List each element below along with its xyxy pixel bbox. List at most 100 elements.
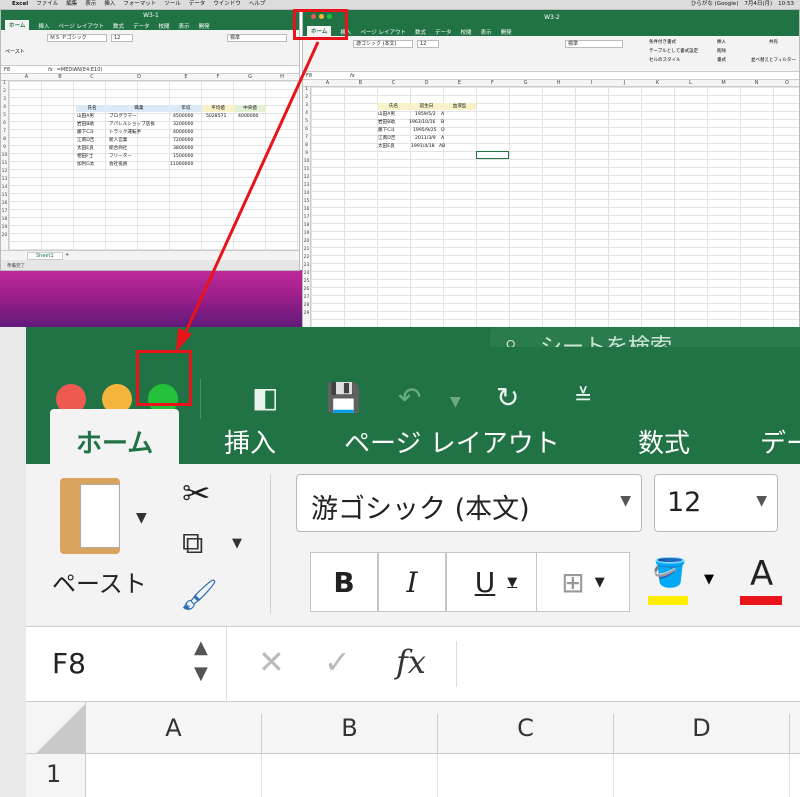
confirm-icon[interactable]: ✓	[324, 643, 351, 681]
row-header[interactable]: 7	[303, 135, 310, 140]
table-cell[interactable]: 山田A男	[378, 111, 395, 118]
column-header[interactable]: B	[262, 714, 438, 754]
row-header[interactable]: 18	[1, 217, 8, 222]
table-cell[interactable]: B	[441, 119, 444, 126]
column-header[interactable]: J	[608, 80, 641, 86]
sort-filter-button[interactable]: 並べ替えとフィルター	[751, 57, 796, 63]
menu-edit[interactable]: 編集	[66, 0, 77, 9]
table-cell[interactable]: トラック運転手	[109, 129, 141, 136]
borders-button[interactable]: ⊞ ▼	[536, 552, 630, 612]
delete-cells-button[interactable]: 削除	[717, 48, 726, 54]
row-header[interactable]: 9	[303, 151, 310, 156]
table-cell[interactable]: 加利G太	[77, 161, 94, 168]
row-header[interactable]: 1	[1, 81, 8, 86]
paste-dropdown-icon[interactable]: ▼	[136, 510, 147, 526]
column-header[interactable]: D	[614, 714, 790, 754]
row-header[interactable]: 3	[1, 97, 8, 102]
row-header[interactable]: 3	[303, 103, 310, 108]
table-cell[interactable]: 新人営業	[109, 137, 127, 144]
table-cell[interactable]: 会社役員	[109, 161, 127, 168]
average-value[interactable]: 5028571	[206, 113, 226, 120]
tab-formulas[interactable]: 数式	[113, 22, 124, 30]
tab-data[interactable]: データ	[435, 28, 452, 36]
table-cell[interactable]: 藤下C斗	[378, 127, 395, 134]
row-header[interactable]: 27	[303, 295, 310, 300]
column-header[interactable]: H	[542, 80, 575, 86]
table-cell[interactable]: 4500000	[173, 113, 193, 120]
header-median[interactable]: 中央値	[234, 105, 266, 112]
table-cell[interactable]: 3800000	[173, 145, 193, 152]
table-cell[interactable]: 相田F士	[77, 153, 93, 160]
font-color-button[interactable]: A	[738, 552, 798, 612]
menu-file[interactable]: ファイル	[36, 0, 58, 9]
menu-view[interactable]: 表示	[85, 0, 96, 9]
tab-data[interactable]: デー	[760, 423, 800, 460]
row-header[interactable]: 5	[1, 113, 8, 118]
cell-a1[interactable]	[86, 754, 262, 797]
row-header[interactable]: 22	[303, 255, 310, 260]
font-size-select[interactable]: 12	[111, 34, 133, 42]
row-header[interactable]: 2	[303, 95, 310, 100]
format-cells-button[interactable]: 書式	[717, 57, 726, 63]
table-cell[interactable]: 7200000	[173, 137, 193, 144]
row-header[interactable]: 9	[1, 145, 8, 150]
header-income[interactable]: 年収	[170, 105, 202, 112]
row-header[interactable]: 14	[1, 185, 8, 190]
number-format-select[interactable]: 標準	[565, 40, 623, 48]
column-header[interactable]: C	[438, 714, 614, 754]
column-header[interactable]: M	[707, 80, 740, 86]
table-cell[interactable]: 江南D吉	[77, 137, 94, 144]
font-name-select[interactable]: 游ゴシック (本文)	[353, 40, 413, 48]
row-header[interactable]: 19	[1, 225, 8, 230]
row-header[interactable]: 16	[1, 201, 8, 206]
fill-color-button[interactable]: 🪣 ▼	[646, 552, 726, 612]
row-header[interactable]: 11	[303, 167, 310, 172]
copy-icon[interactable]: ⧉	[182, 526, 203, 561]
table-cell[interactable]: AB	[439, 143, 445, 150]
paste-label[interactable]: ペースト	[5, 48, 25, 55]
formula-input[interactable]	[456, 641, 457, 687]
row-header[interactable]: 26	[303, 287, 310, 292]
font-size-select[interactable]: 12	[417, 40, 439, 48]
table-cell[interactable]: A	[441, 135, 444, 142]
row-header[interactable]: 18	[303, 223, 310, 228]
tab-page-layout[interactable]: ページ レイアウト	[360, 28, 406, 36]
table-cell[interactable]: 1995/9/25	[413, 127, 437, 134]
row-header[interactable]: 17	[303, 215, 310, 220]
tab-view[interactable]: 表示	[179, 22, 190, 30]
table-cell[interactable]: 岩田B助	[378, 119, 395, 126]
name-box[interactable]: F8	[52, 647, 86, 680]
tab-data[interactable]: データ	[133, 22, 150, 30]
insert-cells-button[interactable]: 挿入	[717, 39, 726, 45]
column-header[interactable]: F	[202, 74, 234, 80]
font-name-select[interactable]: 游ゴシック (本文) ▼	[296, 474, 642, 532]
format-painter-icon[interactable]: 🖌	[180, 578, 218, 613]
table-cell[interactable]: 総合商社	[109, 145, 127, 152]
header-blood-type[interactable]: 血液型	[443, 103, 476, 110]
table-cell[interactable]: 2011/3/9	[415, 135, 436, 142]
table-cell[interactable]: 江南D吉	[378, 135, 395, 142]
menu-data[interactable]: データ	[189, 0, 206, 9]
row-header[interactable]: 8	[303, 143, 310, 148]
column-header[interactable]: K	[641, 80, 674, 86]
table-cell[interactable]: O	[441, 127, 445, 134]
bold-button[interactable]: B	[310, 552, 378, 612]
column-header[interactable]: I	[575, 80, 608, 86]
row-header[interactable]: 7	[1, 129, 8, 134]
tab-formulas[interactable]: 数式	[638, 423, 690, 460]
row-header[interactable]: 1	[26, 754, 86, 797]
header-average[interactable]: 平均値	[202, 105, 234, 112]
row-header[interactable]: 15	[303, 199, 310, 204]
table-cell[interactable]: 3200000	[173, 121, 193, 128]
name-box[interactable]: F8	[4, 67, 44, 73]
column-header[interactable]: E	[170, 74, 202, 80]
table-cell[interactable]: 1963/10/16	[409, 119, 435, 126]
row-header[interactable]: 20	[303, 239, 310, 244]
input-method[interactable]: ひらがな (Google)	[691, 0, 738, 9]
row-header[interactable]: 20	[1, 233, 8, 238]
row-header[interactable]: 19	[303, 231, 310, 236]
row-header[interactable]: 4	[303, 111, 310, 116]
row-header[interactable]: 12	[1, 169, 8, 174]
underline-button[interactable]: U ▼	[446, 552, 546, 612]
table-cell[interactable]: 藤下C斗	[77, 129, 94, 136]
